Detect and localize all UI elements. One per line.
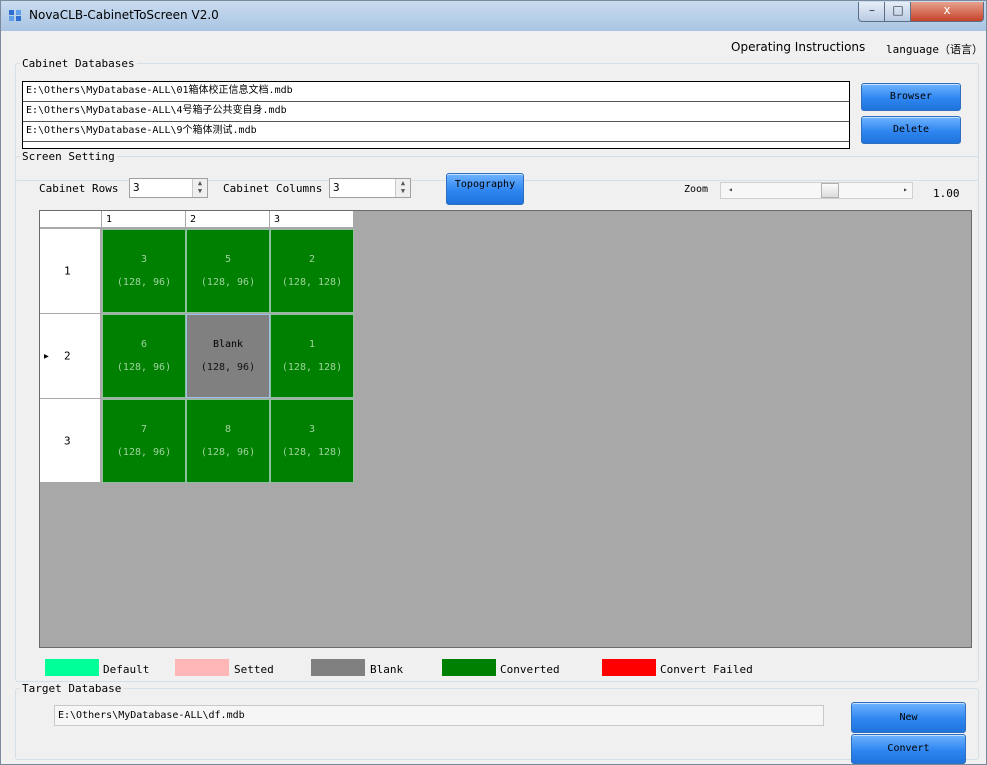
minimize-icon: – [869, 3, 875, 17]
cabinet-size: (128, 128) [281, 447, 343, 458]
cabinet-columns-spinner[interactable]: 3 ▲ ▼ [329, 178, 411, 198]
delete-button-label: Delete [892, 124, 930, 135]
cabinet-cell[interactable]: 7 (128, 96) [102, 399, 186, 483]
cabinet-size: (128, 128) [281, 362, 343, 373]
scroll-right-icon[interactable]: ▸ [903, 183, 908, 197]
current-row-arrow-icon: ▶ [44, 351, 49, 361]
cabinet-database-list[interactable]: E:\Others\MyDatabase-ALL\01箱体校正信息文档.mdb … [22, 81, 850, 149]
cabinet-columns-label: Cabinet Columns [223, 182, 323, 195]
cabinet-id: 8 [224, 424, 232, 435]
legend-label: Converted [500, 663, 560, 676]
convert-button[interactable]: Convert [851, 734, 966, 764]
cabinet-size: (128, 96) [200, 277, 256, 288]
browser-button[interactable]: Browser [861, 83, 961, 111]
zoom-value: 1.00 [933, 187, 960, 200]
cabinet-id: 5 [224, 254, 232, 265]
row-header[interactable]: 3 [40, 399, 101, 483]
legend-swatch-blank [311, 659, 365, 676]
cabinet-id: 3 [140, 254, 148, 265]
cabinet-id: 3 [308, 424, 316, 435]
columns-spin-arrows[interactable]: ▲ ▼ [395, 179, 410, 197]
legend-label: Setted [234, 663, 274, 676]
spin-down-icon[interactable]: ▼ [193, 187, 207, 195]
scroll-left-icon[interactable]: ◂ [728, 183, 733, 197]
legend-label: Convert Failed [660, 663, 753, 676]
legend-label: Blank [370, 663, 404, 676]
cabinet-cell[interactable]: 5 (128, 96) [186, 229, 270, 313]
zoom-slider[interactable]: ◂ ▸ [720, 182, 913, 199]
rows-spin-arrows[interactable]: ▲ ▼ [192, 179, 207, 197]
window-title: NovaCLB-CabinetToScreen V2.0 [29, 8, 219, 22]
legend-label: Default [103, 663, 150, 676]
legend-swatch-convert-failed [602, 659, 656, 676]
row-header-label: 2 [64, 349, 71, 363]
delete-button[interactable]: Delete [861, 116, 961, 144]
legend-swatch-default [45, 659, 99, 676]
column-header[interactable]: 1 [102, 211, 186, 228]
cabinet-id: 1 [308, 339, 316, 350]
app-window: NovaCLB-CabinetToScreen V2.0 – □ x Opera… [0, 0, 987, 765]
title-bar[interactable]: NovaCLB-CabinetToScreen V2.0 – □ x [1, 1, 986, 31]
new-button[interactable]: New [851, 702, 966, 733]
screen-canvas[interactable]: 1 2 3 1 ▶ 2 3 3 (128, 96) 5 (128, 96) 2 … [39, 210, 972, 648]
cabinet-cell[interactable]: Blank (128, 96) [186, 314, 270, 398]
list-item[interactable]: E:\Others\MyDatabase-ALL\4号箱子公共变自身.mdb [23, 102, 849, 122]
cabinet-size: (128, 96) [200, 447, 256, 458]
row-header[interactable]: 1 [40, 229, 101, 314]
minimize-button[interactable]: – [858, 2, 886, 22]
cabinet-cell[interactable]: 3 (128, 128) [270, 399, 354, 483]
cabinet-id: 7 [140, 424, 148, 435]
browser-button-label: Browser [889, 91, 933, 102]
list-item[interactable]: E:\Others\MyDatabase-ALL\9个箱体测试.mdb [23, 122, 849, 142]
cabinet-size: (128, 96) [200, 362, 256, 373]
cabinet-id: 6 [140, 339, 148, 350]
cabinet-cell[interactable]: 8 (128, 96) [186, 399, 270, 483]
cabinet-size: (128, 96) [116, 277, 172, 288]
close-button[interactable]: x [910, 2, 984, 22]
spin-up-icon[interactable]: ▲ [396, 179, 410, 187]
language-menu[interactable]: language（语言） [886, 41, 983, 57]
cabinet-cell[interactable]: 6 (128, 96) [102, 314, 186, 398]
cabinet-size: (128, 96) [116, 362, 172, 373]
cabinet-rows-spinner[interactable]: 3 ▲ ▼ [129, 178, 208, 198]
cabinet-databases-legend: Cabinet Databases [22, 57, 135, 70]
legend-swatch-setted [175, 659, 229, 676]
row-header[interactable]: ▶ 2 [40, 314, 101, 399]
cabinet-id: 2 [308, 254, 316, 265]
zoom-slider-thumb[interactable] [821, 183, 839, 198]
grid-corner-header [40, 211, 102, 228]
maximize-button[interactable]: □ [884, 2, 912, 22]
column-header[interactable]: 2 [186, 211, 270, 228]
cabinet-rows-label: Cabinet Rows [39, 182, 119, 195]
cabinet-cell[interactable]: 1 (128, 128) [270, 314, 354, 398]
app-icon [9, 10, 23, 22]
zoom-label: Zoom [684, 184, 709, 195]
target-database-path[interactable]: E:\Others\MyDatabase-ALL\df.mdb [54, 705, 824, 726]
topography-button-label: Topography [454, 179, 516, 190]
list-item[interactable]: E:\Others\MyDatabase-ALL\01箱体校正信息文档.mdb [23, 82, 849, 102]
cabinet-cell[interactable]: 3 (128, 96) [102, 229, 186, 313]
close-icon: x [943, 3, 951, 17]
cabinet-columns-value: 3 [333, 181, 340, 194]
new-button-label: New [899, 712, 918, 723]
operating-instructions-link[interactable]: Operating Instructions [731, 40, 865, 54]
cabinet-id: Blank [212, 339, 244, 350]
topography-button[interactable]: Topography [446, 173, 524, 205]
maximize-icon: □ [892, 3, 904, 17]
spin-down-icon[interactable]: ▼ [396, 187, 410, 195]
cabinet-rows-value: 3 [133, 181, 140, 194]
cabinet-size: (128, 128) [281, 277, 343, 288]
column-header[interactable]: 3 [270, 211, 354, 228]
legend-swatch-converted [442, 659, 496, 676]
cabinet-size: (128, 96) [116, 447, 172, 458]
cabinet-cell[interactable]: 2 (128, 128) [270, 229, 354, 313]
row-header-label: 3 [64, 434, 71, 447]
screen-setting-legend: Screen Setting [22, 150, 115, 163]
row-header-label: 1 [64, 264, 71, 278]
spin-up-icon[interactable]: ▲ [193, 179, 207, 187]
convert-button-label: Convert [887, 743, 930, 754]
target-database-legend: Target Database [22, 682, 122, 695]
